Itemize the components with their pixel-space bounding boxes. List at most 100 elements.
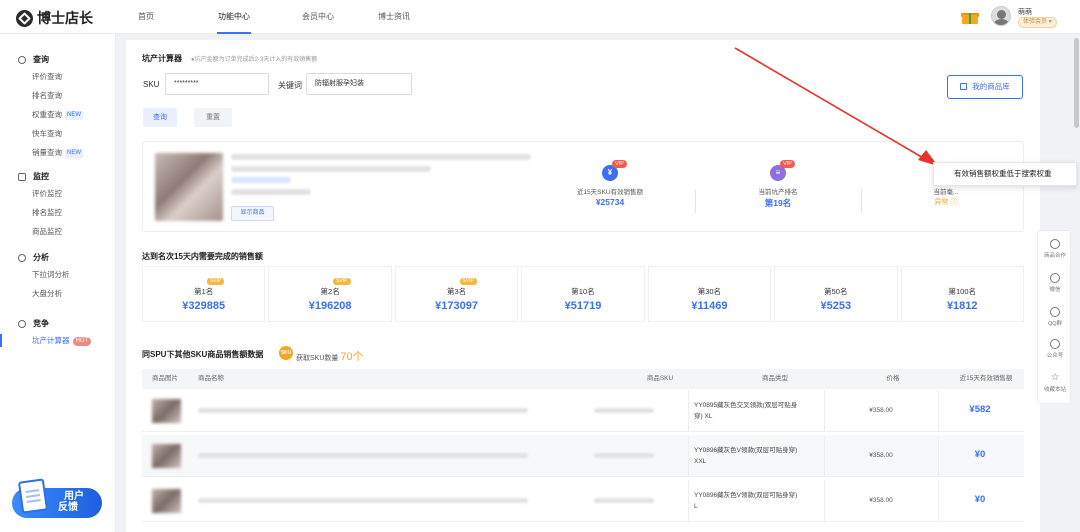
product-meta-blurred bbox=[231, 189, 311, 195]
target-icon bbox=[18, 320, 26, 328]
product-image bbox=[152, 444, 181, 468]
logo-icon bbox=[16, 9, 33, 27]
wechat-icon bbox=[1050, 273, 1060, 283]
logo[interactable]: 博士店长 bbox=[16, 8, 93, 28]
sku-badge-icon: SKU bbox=[279, 346, 293, 360]
sidebar-item-weight-query[interactable]: 权重查询 NEW bbox=[0, 105, 116, 124]
sidebar-item-market-analysis[interactable]: 大盘分析 bbox=[0, 284, 116, 303]
top-bar: 博士店长 首页 功能中心 会员中心 博士资讯 萌萌 体验会员 ▾ bbox=[0, 0, 1080, 34]
sidebar-item-product-monitor[interactable]: 商品监控 bbox=[0, 222, 116, 241]
product-card: 显示商品 ¥ VIP 近15天SKU有效销售额 ¥25734 ≡ VIP 当前坑… bbox=[142, 141, 1024, 232]
box-icon bbox=[960, 83, 968, 90]
nav-home[interactable]: 首页 bbox=[128, 0, 164, 34]
monitor-icon bbox=[18, 173, 26, 181]
sidebar-item-review-query[interactable]: 评价查询 bbox=[0, 67, 116, 86]
table-row: YY0896藏灰色V领款(双层可贴身穿) XXL ¥358.00 ¥0 bbox=[142, 435, 1024, 477]
nav-function-center[interactable]: 功能中心 bbox=[184, 0, 284, 34]
metric-sku-sales: ¥ VIP 近15天SKU有效销售额 ¥25734 bbox=[576, 160, 644, 207]
table-header: 商品图片 商品名称 商品SKU 商品类型 价格 近15天有效销售额 bbox=[142, 369, 1024, 389]
nav-news[interactable]: 博士资讯 bbox=[370, 0, 418, 34]
hot-badge: HOT bbox=[72, 336, 92, 346]
main-panel: 坑产计算器 ●坑产金额为订单完成后2-3天计入的有效销售额 SKU ******… bbox=[126, 40, 1040, 532]
metric-current-rank: ≡ VIP 当前坑产排名 第19名 bbox=[758, 160, 798, 208]
product-subtitle-blurred bbox=[231, 166, 431, 172]
main-nav: 首页 功能中心 会员中心 博士资讯 bbox=[128, 0, 418, 34]
product-image bbox=[155, 153, 223, 221]
rank-card: 第10名 ¥51719 bbox=[521, 266, 645, 322]
rank-card: SVIP 第2名 ¥196208 bbox=[268, 266, 392, 322]
rightbar-cooperation[interactable]: 商品合作 bbox=[1038, 239, 1072, 259]
sidebar-item-rank-monitor[interactable]: 排名监控 bbox=[0, 203, 116, 222]
query-button[interactable]: 查询 bbox=[143, 108, 177, 127]
new-badge: NEW bbox=[65, 148, 83, 158]
reset-button[interactable]: 重置 bbox=[194, 108, 232, 127]
rank-card: SVIP 第1名 ¥329885 bbox=[142, 266, 266, 322]
user-name[interactable]: 萌萌 bbox=[1018, 7, 1032, 17]
rank-section-title: 达到名次15天内需要完成的销售额 bbox=[142, 252, 263, 261]
sku-label: SKU bbox=[143, 80, 160, 89]
handshake-icon bbox=[1050, 239, 1060, 249]
sidebar-group-competition: 竞争 坑产计算器 HOT bbox=[0, 317, 116, 350]
spu-section-title: 同SPU下其他SKU商品销售额数据 bbox=[142, 350, 264, 359]
tooltip: 有效销售额权重低于搜索权重 bbox=[933, 162, 1077, 186]
svip-badge: SVIP bbox=[206, 278, 225, 285]
rank-cards: SVIP 第1名 ¥329885 SVIP 第2名 ¥196208 SVIP 第3名 ¥17… bbox=[142, 266, 1024, 322]
rank-card: 第100名 ¥1812 bbox=[900, 266, 1024, 322]
right-floating-toolbar: 商品合作 微信 QQ群 公众号 ☆ 收藏本站 bbox=[1037, 230, 1071, 404]
rightbar-qq-group[interactable]: QQ群 bbox=[1038, 307, 1072, 327]
page-hint: ●坑产金额为订单完成后2-3天计入的有效销售额 bbox=[191, 57, 318, 63]
membership-badge[interactable]: 体验会员 ▾ bbox=[1018, 17, 1057, 28]
vip-badge: VIP bbox=[612, 160, 627, 168]
rank-card: 第50名 ¥5253 bbox=[774, 266, 898, 322]
sidebar: 查询 评价查询 排名查询 权重查询 NEW 快车查询 销量查询 NEW 监控 评价监… bbox=[0, 34, 116, 532]
sidebar-group-title: 查询 bbox=[0, 53, 116, 67]
show-product-button[interactable]: 显示商品 bbox=[231, 206, 274, 221]
keyword-input[interactable]: 防辐射服孕妇装 bbox=[306, 73, 412, 95]
nav-member-center[interactable]: 会员中心 bbox=[294, 0, 342, 34]
sidebar-item-express-query[interactable]: 快车查询 bbox=[0, 124, 116, 143]
avatar[interactable] bbox=[991, 6, 1011, 26]
rightbar-wechat[interactable]: 微信 bbox=[1038, 273, 1072, 293]
product-image bbox=[152, 489, 181, 513]
feedback-line1: 用户 bbox=[64, 491, 84, 502]
sidebar-item-dropdown-analysis[interactable]: 下拉词分析 bbox=[0, 265, 116, 284]
sku-count: 获取SKU数量 70个 bbox=[296, 351, 364, 363]
star-icon: ☆ bbox=[1050, 372, 1060, 383]
document-icon bbox=[17, 478, 49, 514]
sidebar-group-title: 竞争 bbox=[0, 317, 116, 331]
clock-icon bbox=[18, 254, 26, 262]
rank-card: 第30名 ¥11469 bbox=[647, 266, 772, 322]
sidebar-group-title: 分析 bbox=[0, 251, 116, 265]
sidebar-item-rank-query[interactable]: 排名查询 bbox=[0, 86, 116, 105]
svip-badge: SVIP bbox=[459, 278, 477, 285]
rank-card: SVIP 第3名 ¥173097 bbox=[394, 266, 519, 322]
product-link-blurred bbox=[231, 177, 291, 183]
sidebar-group-title: 监控 bbox=[0, 170, 116, 184]
table-row: YY0895藏灰色交叉领款(双层可贴身穿) XL ¥358.00 ¥582 bbox=[142, 390, 1024, 432]
sku-input[interactable]: ********* bbox=[165, 73, 269, 95]
rightbar-official-account[interactable]: 公众号 bbox=[1038, 339, 1072, 359]
sidebar-item-review-monitor[interactable]: 评价监控 bbox=[0, 184, 116, 203]
page-title: 坑产计算器 bbox=[142, 54, 182, 63]
svip-badge: SVIP bbox=[333, 278, 351, 285]
new-badge: NEW bbox=[65, 110, 83, 120]
search-icon bbox=[18, 56, 26, 64]
sidebar-item-pit-calculator[interactable]: 坑产计算器 HOT bbox=[0, 331, 116, 350]
gift-icon[interactable] bbox=[961, 10, 979, 24]
sidebar-group-monitor: 监控 评价监控 排名监控 商品监控 bbox=[0, 170, 116, 241]
rightbar-bookmark[interactable]: ☆ 收藏本站 bbox=[1038, 372, 1072, 394]
feedback-line2: 反馈 bbox=[58, 502, 78, 513]
keyword-label: 关键词 bbox=[278, 81, 302, 90]
sidebar-item-sales-query[interactable]: 销量查询 NEW bbox=[0, 143, 116, 162]
status-abnormal[interactable]: 异常 ⓘ bbox=[863, 197, 1029, 207]
user-feedback-button[interactable]: 用户 反馈 bbox=[12, 478, 104, 520]
sidebar-group-query: 查询 评价查询 排名查询 权重查询 NEW 快车查询 销量查询 NEW bbox=[0, 53, 116, 162]
logo-text: 博士店长 bbox=[37, 10, 93, 26]
my-product-library-button[interactable]: 我的商品库 bbox=[947, 75, 1023, 99]
chat-icon bbox=[1050, 339, 1060, 349]
product-title-blurred bbox=[231, 154, 531, 160]
vip-badge: VIP bbox=[780, 160, 795, 168]
scrollbar[interactable] bbox=[1074, 38, 1079, 128]
table-row: YY0896藏灰色V领款(双层可贴身穿) L ¥358.00 ¥0 bbox=[142, 480, 1024, 522]
qq-icon bbox=[1050, 307, 1060, 317]
